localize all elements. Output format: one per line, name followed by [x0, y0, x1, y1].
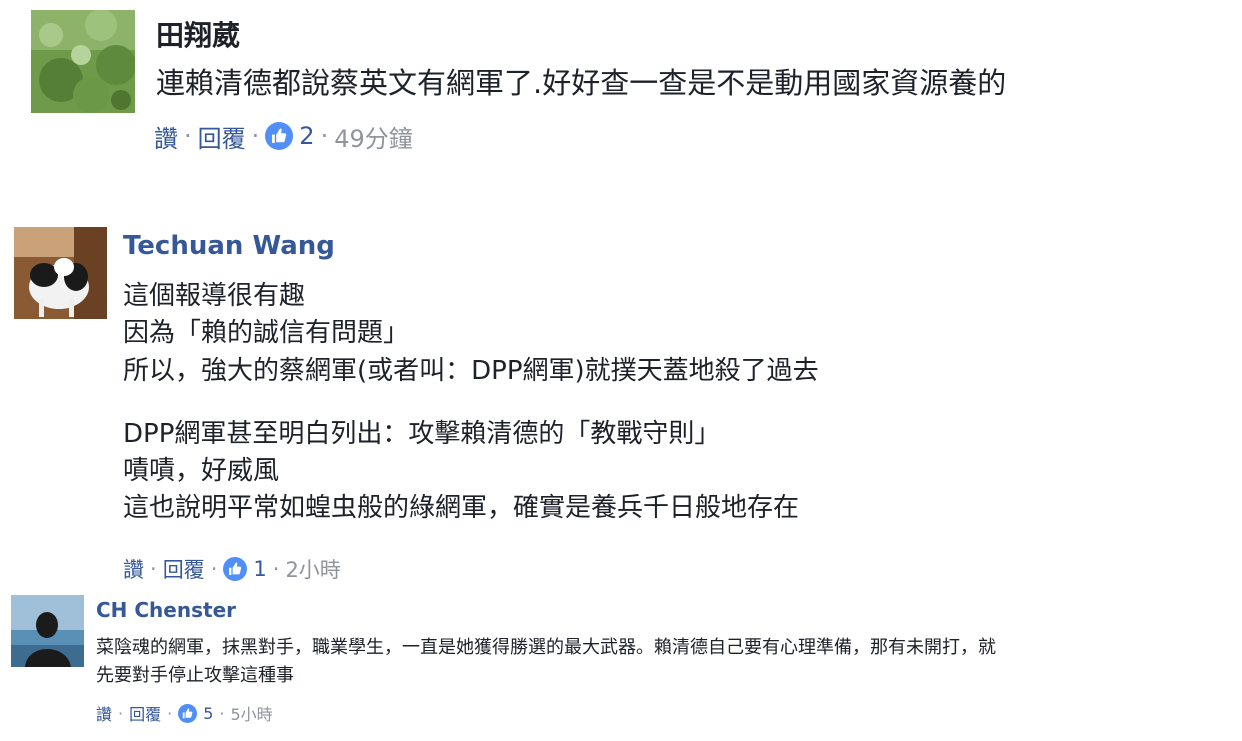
comment-text-line: 因為「賴的誠信有問題」: [123, 318, 410, 349]
like-button[interactable]: 讚: [154, 119, 178, 154]
separator: ·: [219, 703, 225, 723]
avatar-image: [14, 227, 107, 319]
separator: ·: [251, 122, 260, 150]
reply-button[interactable]: 回覆: [163, 554, 205, 584]
separator: ·: [320, 122, 329, 150]
timestamp[interactable]: 2小時: [285, 554, 340, 584]
comment-actions: 讚 · 回覆 · 1 · 2小時: [123, 555, 341, 583]
avatar[interactable]: [31, 10, 135, 113]
timestamp[interactable]: 5小時: [231, 701, 273, 725]
comment-text-line: 先要對手停止攻擊這種事: [96, 665, 294, 686]
separator: ·: [167, 703, 173, 723]
avatar-image: [31, 10, 135, 113]
comment-author[interactable]: CH Chenster: [96, 598, 236, 622]
comment-text-line: 連賴清德都說蔡英文有網軍了.好好查一查是不是動用國家資源養的: [156, 66, 1007, 100]
separator: ·: [210, 557, 218, 581]
like-button[interactable]: 讚: [96, 701, 112, 725]
comment-actions: 讚 · 回覆 · 2 · 49分鐘: [154, 119, 413, 154]
comment-actions: 讚 · 回覆 · 5 · 5小時: [96, 702, 273, 724]
comment-text: 這個報導很有趣 因為「賴的誠信有問題」 所以，強大的蔡網軍(或者叫：DPP網軍)…: [123, 278, 819, 528]
thumbs-up-icon[interactable]: [223, 557, 248, 581]
comment-text-line: 這也說明平常如蝗虫般的綠網軍，確實是養兵千日般地存在: [123, 493, 800, 524]
thumbs-up-icon[interactable]: [178, 703, 198, 723]
comment-text-line: 這個報導很有趣: [123, 281, 306, 311]
comment-text-line: 菜陰魂的網軍，抹黑對手，職業學生，一直是她獲得勝選的最大武器。賴清德自己要有心理…: [96, 637, 996, 658]
comment-text-line: [123, 390, 819, 416]
separator: ·: [118, 703, 124, 723]
thumbs-up-icon[interactable]: [265, 122, 294, 150]
comment-text-line: 嘖嘖，好威風: [123, 456, 280, 487]
comment-author[interactable]: Techuan Wang: [123, 231, 335, 261]
separator: ·: [272, 557, 280, 581]
separator: ·: [150, 557, 157, 581]
like-count[interactable]: 5: [203, 704, 213, 723]
comment-text-line: DPP網軍甚至明白列出：攻擊賴清德的「教戰守則」: [123, 418, 721, 449]
separator: ·: [184, 122, 192, 150]
avatar-image: [11, 595, 84, 667]
avatar[interactable]: [11, 595, 84, 667]
timestamp[interactable]: 49分鐘: [334, 119, 413, 154]
comment-text-line: 所以，強大的蔡網軍(或者叫：DPP網軍)就撲天蓋地殺了過去: [123, 355, 819, 386]
reply-button[interactable]: 回覆: [198, 119, 246, 154]
avatar[interactable]: [14, 227, 107, 319]
like-count[interactable]: 1: [253, 557, 266, 581]
comment-text: 菜陰魂的網軍，抹黑對手，職業學生，一直是她獲得勝選的最大武器。賴清德自己要有心理…: [96, 634, 996, 690]
like-count[interactable]: 2: [299, 122, 314, 150]
like-button[interactable]: 讚: [123, 554, 144, 584]
comment-text: 連賴清德都說蔡英文有網軍了.好好查一查是不是動用國家資源養的: [156, 64, 1006, 102]
comment-author[interactable]: 田翔葳: [156, 14, 240, 54]
reply-button[interactable]: 回覆: [129, 701, 161, 725]
